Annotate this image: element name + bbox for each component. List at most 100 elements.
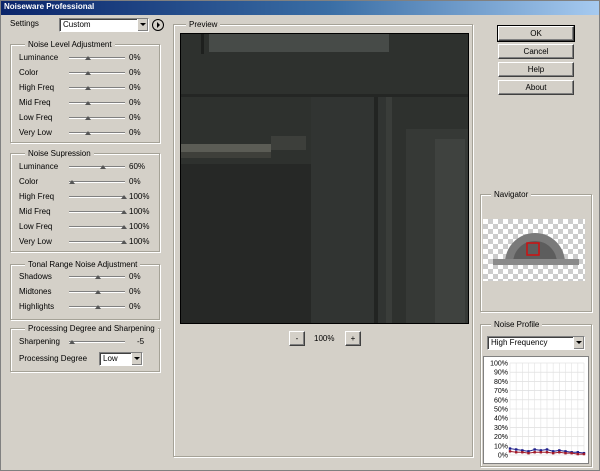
noise-suppression-low-freq-slider[interactable]	[69, 226, 125, 228]
noise-level-mid-freq-slider-thumb[interactable]	[85, 101, 91, 105]
tonal-highlights-label: Highlights	[19, 302, 55, 311]
noise-level-low-freq-slider[interactable]	[69, 117, 125, 119]
noise-suppression-mid-freq-slider[interactable]	[69, 211, 125, 213]
noise-suppression-very-low-label: Very Low	[19, 237, 52, 246]
processing-degree-label: Processing Degree	[19, 354, 88, 363]
noise-level-color-slider-thumb[interactable]	[85, 71, 91, 75]
tonal-midtones-slider-thumb[interactable]	[95, 290, 101, 294]
noise-suppression-luminance-slider[interactable]	[69, 166, 125, 168]
series-point-1	[558, 451, 561, 454]
about-button[interactable]: About	[498, 80, 574, 95]
cancel-button[interactable]: Cancel	[498, 44, 574, 59]
noise-suppression-low-freq-slider-thumb[interactable]	[121, 225, 127, 229]
noise-suppression-mid-freq-slider-thumb[interactable]	[121, 210, 127, 214]
noise-suppression-color-slider-thumb[interactable]	[69, 180, 75, 184]
noise-suppression-color-row: Color 0%	[19, 176, 153, 189]
noiseware-window: Noiseware Professional Settings Custom N…	[0, 0, 600, 471]
noise-level-color-slider[interactable]	[69, 72, 125, 74]
noise-suppression-high-freq-slider[interactable]	[69, 196, 125, 198]
navigator-group: Navigator	[480, 190, 592, 312]
tonal-highlights-slider-thumb[interactable]	[95, 305, 101, 309]
series-point-1	[551, 451, 555, 455]
noise-suppression-low-freq-row: Low Freq 100%	[19, 221, 153, 234]
noise-suppression-very-low-slider[interactable]	[69, 241, 125, 243]
zoom-level: 100%	[314, 334, 335, 343]
noise-level-luminance-slider[interactable]	[69, 57, 125, 59]
noise-level-mid-freq-slider[interactable]	[69, 102, 125, 104]
noise-level-low-freq-label: Low Freq	[19, 113, 53, 122]
series-point-1	[527, 451, 530, 455]
noise-suppression-very-low-slider-thumb[interactable]	[121, 240, 127, 244]
noise-level-color-value: 0%	[129, 68, 141, 77]
series-point-0	[514, 448, 518, 451]
noise-level-very-low-slider[interactable]	[69, 132, 125, 134]
noise-level-mid-freq-row: Mid Freq 0%	[19, 97, 153, 110]
series-point-1	[570, 451, 573, 455]
noise-profile-chart: 100% 90% 80% 70% 60% 50% 40% 30% 20% 10% 0%	[483, 356, 589, 464]
series-point-1	[539, 451, 543, 454]
noise-level-mid-freq-label: Mid Freq	[19, 98, 51, 107]
series-point-1	[576, 452, 580, 456]
noise-profile-title: Noise Profile	[491, 320, 543, 329]
processing-degree-select[interactable]: Low	[99, 352, 143, 366]
noise-level-luminance-row: Luminance 0%	[19, 52, 153, 65]
noise-suppression-title: Noise Supression	[25, 149, 94, 158]
noise-suppression-high-freq-slider-thumb[interactable]	[121, 195, 127, 199]
noise-suppression-very-low-value: 100%	[129, 237, 150, 246]
sharpening-row: Sharpening -5	[19, 336, 151, 349]
preset-menu-button[interactable]	[152, 19, 164, 31]
noise-level-high-freq-slider[interactable]	[69, 87, 125, 89]
preview-photo	[181, 34, 468, 323]
tonal-shadows-label: Shadows	[19, 272, 52, 281]
noise-level-low-freq-value: 0%	[129, 113, 141, 122]
y-tick-label: 20%	[494, 434, 508, 441]
preview-image[interactable]	[180, 33, 469, 324]
noise-level-luminance-slider-thumb[interactable]	[85, 56, 91, 60]
sharpening-label: Sharpening	[19, 337, 60, 346]
zoom-in-button[interactable]: +	[345, 331, 361, 346]
tonal-shadows-value: 0%	[129, 272, 141, 281]
sharpening-value: -5	[137, 337, 145, 346]
noise-suppression-color-value: 0%	[129, 177, 141, 186]
chevron-down-icon	[131, 353, 142, 365]
noise-suppression-high-freq-value: 100%	[129, 192, 150, 201]
processing-degree-value: Low	[103, 354, 118, 363]
noise-suppression-very-low-row: Very Low 100%	[19, 236, 153, 249]
tonal-highlights-row: Highlights 0%	[19, 301, 153, 314]
navigator-image	[493, 233, 579, 265]
zoom-out-button[interactable]: -	[289, 331, 305, 346]
settings-preset-select[interactable]: Custom	[59, 18, 149, 32]
tonal-shadows-slider-thumb[interactable]	[95, 275, 101, 279]
preview-title: Preview	[186, 20, 221, 29]
series-point-0	[508, 447, 512, 450]
tonal-midtones-value: 0%	[129, 287, 141, 296]
help-button[interactable]: Help	[498, 62, 574, 77]
noise-suppression-color-label: Color	[19, 177, 39, 186]
navigator-thumbnail[interactable]	[483, 219, 585, 281]
y-tick-label: 50%	[494, 407, 508, 414]
noise-suppression-color-slider[interactable]	[69, 181, 125, 183]
sharpening-slider[interactable]	[69, 341, 125, 343]
noise-suppression-luminance-slider-thumb[interactable]	[100, 165, 106, 169]
noise-level-low-freq-row: Low Freq 0%	[19, 112, 153, 125]
y-tick-label: 60%	[494, 397, 508, 404]
noise-level-color-row: Color 0%	[19, 67, 153, 80]
noise-level-very-low-row: Very Low 0%	[19, 127, 153, 140]
y-tick-label: 70%	[494, 388, 508, 395]
noise-suppression-luminance-value: 60%	[129, 162, 146, 171]
noise-level-very-low-slider-thumb[interactable]	[85, 131, 91, 135]
noise-suppression-mid-freq-row: Mid Freq 100%	[19, 206, 153, 219]
chevron-down-icon	[573, 337, 584, 349]
noise-suppression-luminance-row: Luminance 60%	[19, 161, 153, 174]
series-point-1	[514, 451, 518, 454]
sharpening-slider-thumb[interactable]	[69, 340, 75, 344]
noise-level-high-freq-slider-thumb[interactable]	[85, 86, 91, 90]
noise-profile-select[interactable]: High Frequency	[487, 336, 585, 350]
noise-suppression-mid-freq-value: 100%	[129, 207, 150, 216]
tonal-shadows-row: Shadows 0%	[19, 271, 153, 284]
noise-level-low-freq-slider-thumb[interactable]	[85, 116, 91, 120]
ok-button[interactable]: OK	[497, 25, 575, 42]
noise-suppression-group: Noise Supression Luminance 60% Color 0% High…	[10, 149, 160, 252]
y-tick-label: 80%	[494, 379, 508, 386]
noise-suppression-low-freq-value: 100%	[129, 222, 150, 231]
